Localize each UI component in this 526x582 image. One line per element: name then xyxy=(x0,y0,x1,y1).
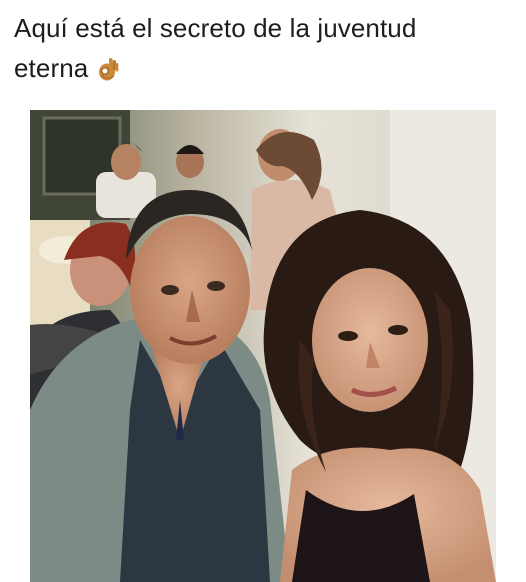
caption-line-2-text: eterna xyxy=(14,53,89,83)
caption-line-2: eterna xyxy=(14,48,484,93)
ok-hand-icon xyxy=(96,53,120,93)
caption-line-1: Aquí está el secreto de la juventud xyxy=(14,13,417,43)
meme-photo xyxy=(30,110,496,582)
meme-caption: Aquí está el secreto de la juventud eter… xyxy=(14,8,484,93)
meme-post: Aquí está el secreto de la juventud eter… xyxy=(0,0,526,582)
photo-illustration xyxy=(30,110,496,582)
